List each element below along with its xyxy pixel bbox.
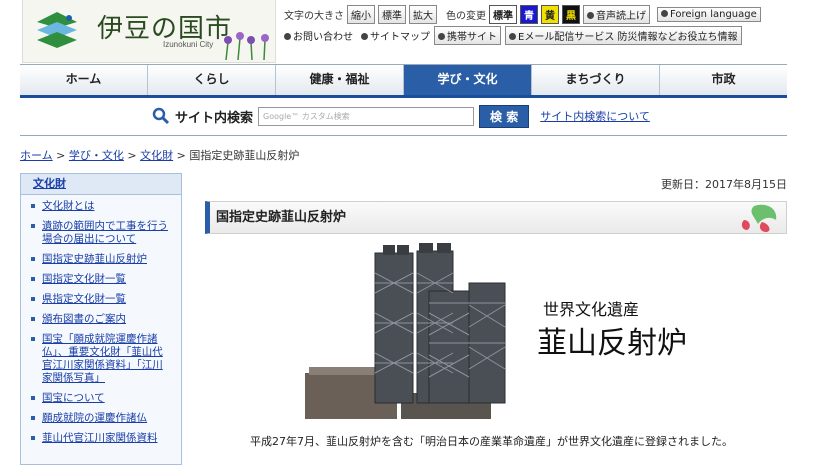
- bullet-icon: [587, 12, 594, 19]
- square-bullet-icon: [31, 224, 35, 228]
- nav-home[interactable]: ホーム: [20, 65, 147, 95]
- search-icon: [152, 107, 170, 125]
- bullet-icon: [438, 33, 445, 40]
- sidebar-link[interactable]: 遺跡の範囲内で工事を行う場合の届出について: [42, 220, 173, 246]
- color-blue-button[interactable]: 青: [520, 4, 538, 24]
- breadcrumb-separator: >: [173, 149, 190, 162]
- nav-living[interactable]: くらし: [147, 65, 275, 95]
- foreign-language-button[interactable]: Foreign language: [657, 6, 761, 22]
- utility-links: お問い合わせ サイトマップ 携帯サイト Eメール配信サービス 防災情報などお役立…: [284, 25, 742, 45]
- sidebar-item: 県指定文化財一覧: [31, 293, 173, 306]
- speech-button[interactable]: 音声読上げ: [583, 4, 650, 24]
- email-service-label: Eメール配信サービス: [518, 31, 615, 43]
- reverberatory-furnace-photo: 世界文化遺産 韮山反射炉: [305, 243, 693, 419]
- sidebar-item: 願成就院の運慶作諸仏: [31, 412, 173, 425]
- sidebar-link[interactable]: 国宝について: [42, 392, 105, 405]
- nav-learning-culture[interactable]: 学び・文化: [403, 65, 531, 95]
- breadcrumb-learning-culture[interactable]: 学び・文化: [69, 149, 124, 162]
- sitemap-label: サイトマップ: [370, 31, 430, 43]
- mobile-site-button[interactable]: 携帯サイト: [434, 25, 501, 45]
- email-service-button[interactable]: Eメール配信サービス 防災情報などお役立ち情報: [505, 25, 742, 45]
- bullet-icon: [661, 10, 668, 17]
- disaster-info-label: 防災情報などお役立ち情報: [617, 31, 738, 43]
- sidebar-item: 国指定文化財一覧: [31, 273, 173, 286]
- square-bullet-icon: [31, 416, 35, 420]
- color-yellow-button[interactable]: 黄: [541, 4, 559, 24]
- nav-town-planning[interactable]: まちづくり: [531, 65, 659, 95]
- sidebar-link[interactable]: 願成就院の運慶作諸仏: [42, 412, 147, 425]
- font-standard-button[interactable]: 標準: [378, 4, 406, 24]
- photo-caption-big: 韮山反射炉: [537, 326, 687, 361]
- iris-flowers-icon: [224, 32, 269, 60]
- sidebar-link[interactable]: 韮山代官江川家関係資料: [42, 432, 158, 445]
- photo-description: 平成27年7月、韮山反射炉を含む「明治日本の産業革命遺産」が世界文化遺産に登録さ…: [250, 435, 733, 448]
- global-nav: ホーム くらし 健康・福祉 学び・文化 まちづくり 市政: [20, 64, 787, 98]
- site-logo[interactable]: 伊豆の国市 Izunokuni City: [22, 0, 276, 63]
- font-size-label: 文字の大きさ: [284, 10, 344, 22]
- breadcrumb-cultural-assets[interactable]: 文化財: [140, 149, 173, 162]
- breadcrumb-home[interactable]: ホーム: [20, 149, 53, 162]
- logo-subtitle: Izunokuni City: [163, 40, 214, 49]
- site-search: サイト内検索 Google™ カスタム検索 検 索 サイト内検索について: [152, 104, 650, 128]
- contact-link[interactable]: お問い合わせ: [284, 28, 353, 43]
- bullet-icon: [509, 33, 516, 40]
- foreign-language-label: Foreign language: [670, 8, 757, 20]
- color-change-label: 色の変更: [446, 10, 486, 22]
- mobile-site-label: 携帯サイト: [447, 31, 497, 43]
- breadcrumb-separator: >: [123, 149, 141, 162]
- sidebar-item: 文化財とは: [31, 200, 173, 213]
- search-button[interactable]: 検 索: [479, 104, 530, 128]
- square-bullet-icon: [31, 436, 35, 440]
- sidebar-list: 文化財とは 遺跡の範囲内で工事を行う場合の届出について 国指定史跡韮山反射炉 国…: [21, 195, 181, 445]
- search-input[interactable]: Google™ カスタム検索: [258, 106, 475, 126]
- bullet-icon: [284, 33, 291, 40]
- bullet-icon: [361, 33, 368, 40]
- square-bullet-icon: [31, 297, 35, 301]
- nav-city-admin[interactable]: 市政: [659, 65, 787, 95]
- color-black-button[interactable]: 黒: [562, 4, 580, 24]
- contact-label: お問い合わせ: [293, 31, 353, 43]
- square-bullet-icon: [31, 317, 35, 321]
- sidebar-item: 遺跡の範囲内で工事を行う場合の届出について: [31, 220, 173, 246]
- sidebar-item: 国宝について: [31, 392, 173, 405]
- search-label: サイト内検索: [175, 110, 254, 126]
- breadcrumb-current: 国指定史跡韮山反射炉: [189, 149, 300, 162]
- sidebar-link[interactable]: 国宝「願成就院運慶作諸仏」、重要文化財「韮山代官江川家関係資料」「江川家関係写真…: [42, 333, 173, 385]
- sidebar-item: 国宝「願成就院運慶作諸仏」、重要文化財「韮山代官江川家関係資料」「江川家関係写真…: [31, 333, 173, 385]
- divider: [20, 135, 787, 136]
- square-bullet-icon: [31, 396, 35, 400]
- updated-date: 更新日：2017年8月15日: [661, 178, 787, 191]
- square-bullet-icon: [31, 257, 35, 261]
- sidebar-link[interactable]: 文化財とは: [42, 200, 95, 213]
- color-standard-button[interactable]: 標準: [489, 4, 517, 24]
- strawberry-leaf-icon: [741, 204, 777, 232]
- square-bullet-icon: [31, 204, 35, 208]
- sidebar-item: 国指定史跡韮山反射炉: [31, 253, 173, 266]
- speech-label: 音声読上げ: [596, 10, 646, 22]
- breadcrumb: ホーム > 学び・文化 > 文化財 > 国指定史跡韮山反射炉: [20, 147, 299, 163]
- font-enlarge-button[interactable]: 拡大: [409, 4, 437, 24]
- page-title-bar: 国指定史跡韮山反射炉: [205, 201, 787, 234]
- nav-health-welfare[interactable]: 健康・福祉: [275, 65, 403, 95]
- site-header: 伊豆の国市 Izunokuni City 文字の大きさ 縮小 標準 拡大 色の変…: [0, 0, 814, 63]
- breadcrumb-separator: >: [52, 149, 69, 162]
- sidebar-link[interactable]: 国指定史跡韮山反射炉: [42, 253, 147, 266]
- sidebar-item: 頒布図書のご案内: [31, 313, 173, 326]
- search-about-link[interactable]: サイト内検索について: [540, 108, 650, 124]
- sidebar-heading: 文化財: [21, 174, 181, 195]
- photo-caption-small: 世界文化遺産: [543, 300, 639, 319]
- page-title: 国指定史跡韮山反射炉: [216, 210, 347, 225]
- sitemap-link[interactable]: サイトマップ: [361, 28, 430, 43]
- font-shrink-button[interactable]: 縮小: [347, 4, 375, 24]
- sidebar-link[interactable]: 県指定文化財一覧: [42, 293, 126, 306]
- sidebar-link[interactable]: 頒布図書のご案内: [42, 313, 126, 326]
- sidebar-link[interactable]: 国指定文化財一覧: [42, 273, 126, 286]
- square-bullet-icon: [31, 277, 35, 281]
- sidebar-item: 韮山代官江川家関係資料: [31, 432, 173, 445]
- square-bullet-icon: [31, 337, 35, 341]
- city-emblem-icon: [37, 12, 77, 48]
- accessibility-toolbar: 文字の大きさ 縮小 標準 拡大 色の変更 標準 青 黄 黒 音声読上げ Fore…: [284, 4, 761, 24]
- sidebar: 文化財 文化財とは 遺跡の範囲内で工事を行う場合の届出について 国指定史跡韮山反…: [20, 173, 182, 465]
- sidebar-heading-link[interactable]: 文化財: [33, 177, 66, 190]
